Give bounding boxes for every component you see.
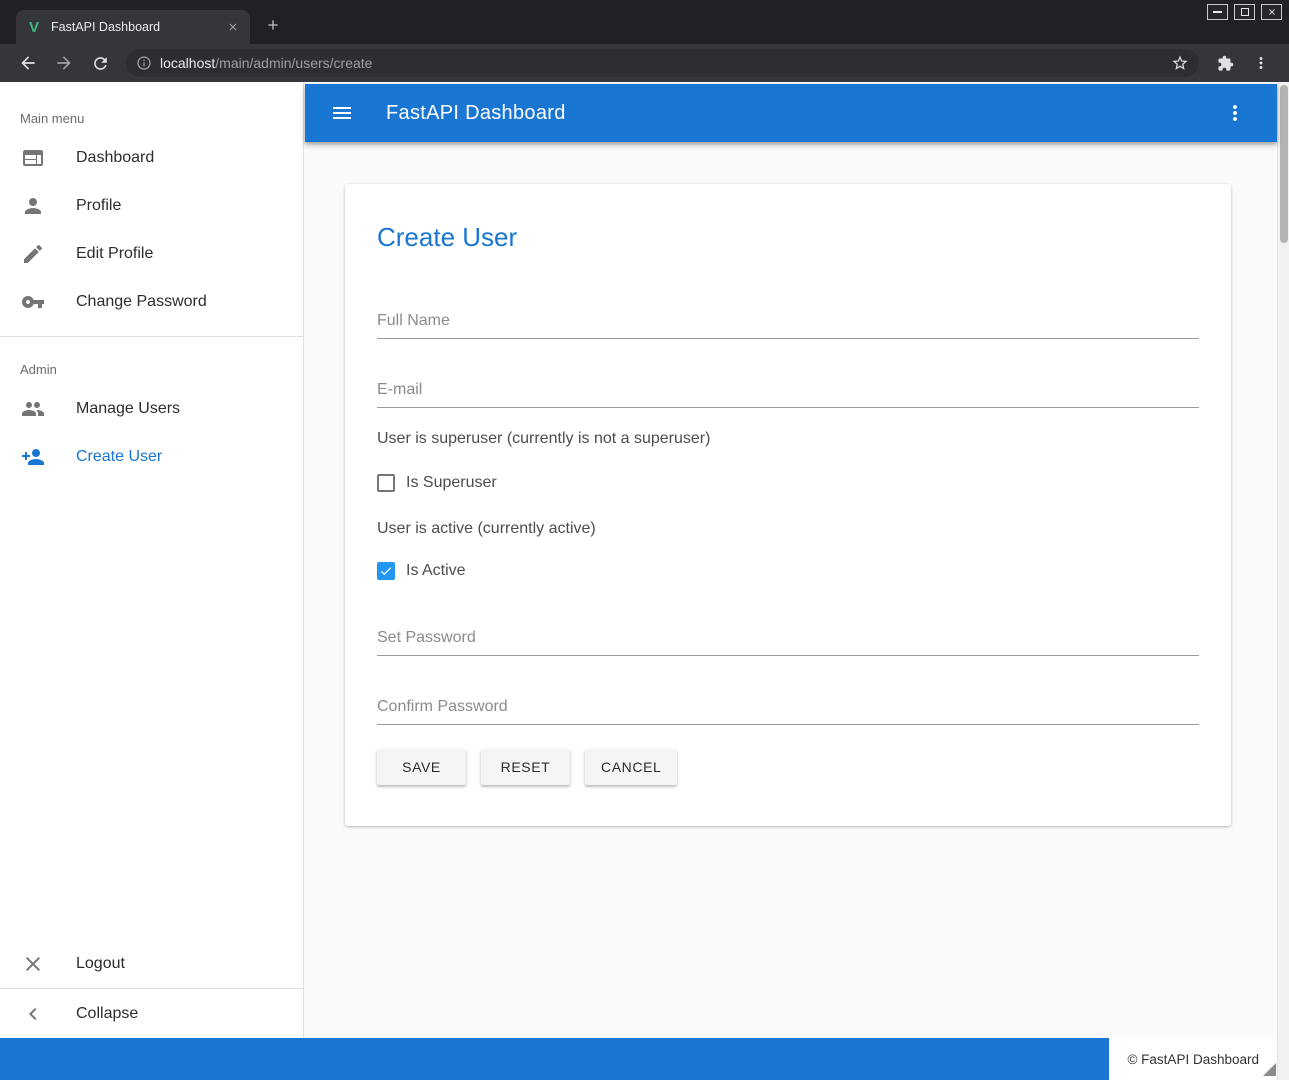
forward-button[interactable] — [51, 50, 77, 76]
sidebar-item-edit-profile[interactable]: Edit Profile — [0, 230, 303, 278]
window-controls — [1207, 4, 1282, 20]
checkbox-unchecked-icon[interactable] — [377, 474, 395, 492]
url-text: localhost/main/admin/users/create — [160, 55, 1171, 71]
checkbox-label: Is Superuser — [406, 474, 497, 492]
hamburger-menu-icon[interactable] — [330, 101, 354, 125]
reload-button[interactable] — [87, 50, 113, 76]
checkbox-checked-icon[interactable] — [377, 562, 395, 580]
maximize-button[interactable] — [1234, 4, 1255, 20]
superuser-note: User is superuser (currently is not a su… — [377, 430, 1199, 448]
bookmark-star-icon[interactable] — [1171, 54, 1189, 72]
browser-window: V FastAPI Dashboard — [0, 0, 1289, 1080]
sidebar: Main menu Dashboard Profile — [0, 82, 304, 1038]
browser-titlebar: V FastAPI Dashboard — [0, 0, 1289, 44]
dashboard-icon — [21, 146, 45, 170]
app-page: Main menu Dashboard Profile — [0, 82, 1289, 1080]
is-active-checkbox[interactable]: Is Active — [377, 562, 1199, 580]
key-icon — [21, 290, 45, 314]
sidebar-item-dashboard[interactable]: Dashboard — [0, 134, 303, 182]
save-button[interactable]: SAVE — [377, 749, 466, 785]
pencil-icon — [21, 242, 45, 266]
copyright: © FastAPI Dashboard — [1109, 1038, 1277, 1080]
sidebar-section-admin: Admin Manage Users Create User — [0, 353, 303, 481]
people-icon — [21, 397, 45, 421]
chevron-left-icon — [21, 1002, 45, 1026]
confirm-password-field[interactable] — [377, 698, 1199, 725]
appbar-more-icon[interactable] — [1223, 101, 1247, 125]
sidebar-item-profile[interactable]: Profile — [0, 182, 303, 230]
sidebar-item-collapse[interactable]: Collapse — [0, 989, 303, 1038]
favicon-v-icon: V — [26, 19, 42, 36]
create-user-card: Create User User is superuser (currently… — [345, 184, 1231, 826]
reset-button[interactable]: RESET — [481, 749, 570, 785]
browser-tab[interactable]: V FastAPI Dashboard — [16, 10, 250, 44]
is-superuser-checkbox[interactable]: Is Superuser — [377, 474, 1199, 492]
page-title: Create User — [377, 222, 1199, 252]
sidebar-section-main-menu: Main menu Dashboard Profile — [0, 82, 303, 326]
close-icon — [21, 952, 45, 976]
appbar-title: FastAPI Dashboard — [386, 102, 1223, 125]
close-icon — [1267, 7, 1277, 17]
sidebar-item-create-user[interactable]: Create User — [0, 433, 303, 481]
maximize-icon — [1241, 8, 1249, 16]
sidebar-item-label: Create User — [76, 448, 162, 466]
sidebar-item-label: Manage Users — [76, 400, 180, 418]
form-actions: SAVE RESET CANCEL — [377, 749, 1199, 785]
main-area: FastAPI Dashboard Create User User is su… — [305, 82, 1277, 1038]
sidebar-item-logout[interactable]: Logout — [0, 939, 303, 988]
page-info-icon[interactable] — [136, 55, 152, 71]
url-host: localhost — [160, 55, 215, 71]
browser-menu-icon[interactable] — [1248, 50, 1274, 76]
browser-navbar: localhost/main/admin/users/create — [0, 44, 1289, 82]
sidebar-item-label: Profile — [76, 197, 121, 215]
minimize-button[interactable] — [1207, 4, 1228, 20]
extensions-icon[interactable] — [1212, 50, 1238, 76]
active-note: User is active (currently active) — [377, 520, 1199, 538]
new-tab-button[interactable] — [262, 14, 284, 36]
cancel-button[interactable]: CANCEL — [585, 749, 677, 785]
content-area: Create User User is superuser (currently… — [305, 142, 1277, 1038]
checkbox-label: Is Active — [406, 562, 466, 580]
appbar: FastAPI Dashboard — [305, 84, 1277, 142]
close-button[interactable] — [1261, 4, 1282, 20]
tab-close-icon[interactable] — [224, 18, 242, 36]
email-field[interactable] — [377, 381, 1199, 408]
sidebar-item-change-password[interactable]: Change Password — [0, 278, 303, 326]
set-password-field[interactable] — [377, 629, 1199, 656]
tab-title: FastAPI Dashboard — [51, 20, 224, 34]
sidebar-item-label: Edit Profile — [76, 245, 153, 263]
address-bar[interactable]: localhost/main/admin/users/create — [126, 49, 1199, 77]
back-button[interactable] — [15, 50, 41, 76]
sidebar-divider — [0, 336, 303, 337]
resize-grip-icon[interactable] — [1263, 1063, 1276, 1076]
sidebar-item-label: Collapse — [76, 1005, 138, 1023]
url-path: /main/admin/users/create — [215, 55, 372, 71]
scrollbar-thumb[interactable] — [1280, 85, 1288, 243]
sidebar-header-admin: Admin — [0, 353, 303, 385]
person-icon — [21, 194, 45, 218]
page-scrollbar[interactable] — [1277, 82, 1289, 1080]
sidebar-item-manage-users[interactable]: Manage Users — [0, 385, 303, 433]
minimize-icon — [1213, 11, 1222, 13]
sidebar-item-label: Dashboard — [76, 149, 154, 167]
app-footer: © FastAPI Dashboard — [0, 1038, 1277, 1080]
sidebar-bottom: Logout Collapse — [0, 939, 303, 1038]
sidebar-item-label: Change Password — [76, 293, 207, 311]
sidebar-header-main-menu: Main menu — [0, 102, 303, 134]
sidebar-item-label: Logout — [76, 955, 125, 973]
person-add-icon — [21, 445, 45, 469]
full-name-field[interactable] — [377, 312, 1199, 339]
